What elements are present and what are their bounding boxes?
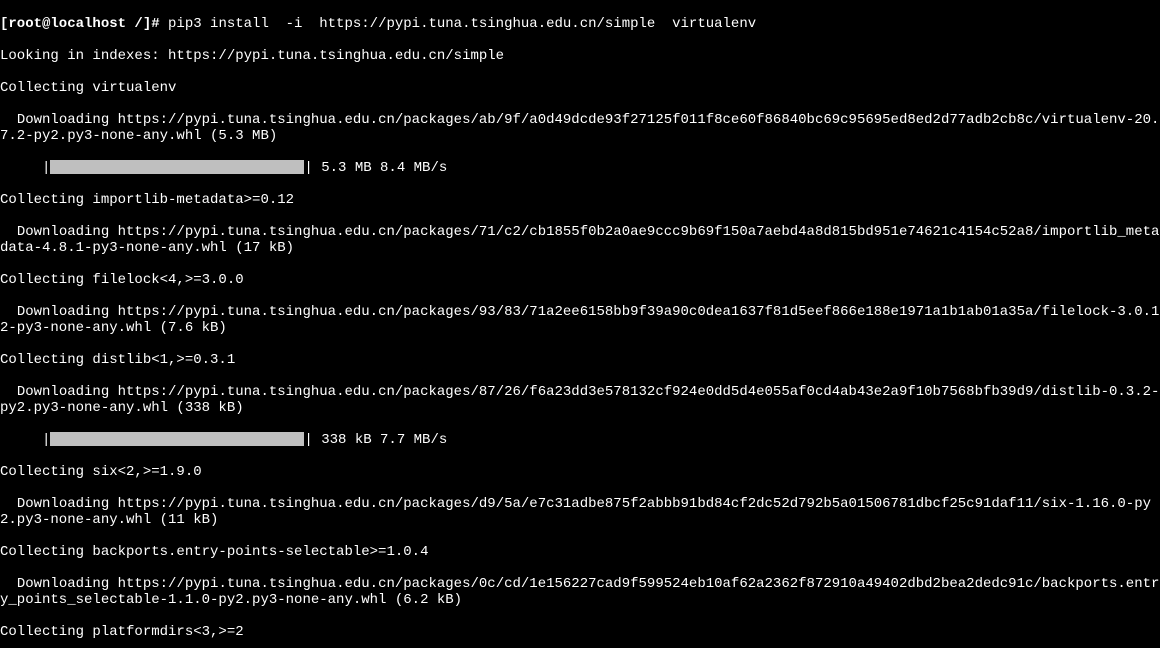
output-line: Collecting filelock<4,>=3.0.0 <box>0 272 1160 288</box>
command-text: pip3 install -i https://pypi.tuna.tsingh… <box>168 16 756 32</box>
prompt-user-host: [root@localhost /]# <box>0 16 168 32</box>
progress-stats: | 5.3 MB 8.4 MB/s <box>304 160 447 176</box>
output-line: Downloading https://pypi.tuna.tsinghua.e… <box>0 576 1160 608</box>
prompt-line: [root@localhost /]# pip3 install -i http… <box>0 16 1160 32</box>
output-line: Downloading https://pypi.tuna.tsinghua.e… <box>0 496 1160 528</box>
output-line: Collecting backports.entry-points-select… <box>0 544 1160 560</box>
bar-prefix: | <box>0 160 50 176</box>
terminal-output[interactable]: [root@localhost /]# pip3 install -i http… <box>0 0 1160 648</box>
output-line: Collecting six<2,>=1.9.0 <box>0 464 1160 480</box>
output-line: Looking in indexes: https://pypi.tuna.ts… <box>0 48 1160 64</box>
output-line: Collecting virtualenv <box>0 80 1160 96</box>
output-line: Downloading https://pypi.tuna.tsinghua.e… <box>0 384 1160 416</box>
progress-bar-fill <box>50 160 304 174</box>
progress-bar-fill <box>50 432 304 446</box>
output-line: Collecting distlib<1,>=0.3.1 <box>0 352 1160 368</box>
progress-bar-line: | | 338 kB 7.7 MB/s <box>0 432 1160 448</box>
output-line: Downloading https://pypi.tuna.tsinghua.e… <box>0 112 1160 144</box>
progress-stats: | 338 kB 7.7 MB/s <box>304 432 447 448</box>
output-line: Downloading https://pypi.tuna.tsinghua.e… <box>0 304 1160 336</box>
bar-prefix: | <box>0 432 50 448</box>
output-line: Downloading https://pypi.tuna.tsinghua.e… <box>0 224 1160 256</box>
output-line: Collecting platformdirs<3,>=2 <box>0 624 1160 640</box>
output-line: Collecting importlib-metadata>=0.12 <box>0 192 1160 208</box>
progress-bar-line: | | 5.3 MB 8.4 MB/s <box>0 160 1160 176</box>
